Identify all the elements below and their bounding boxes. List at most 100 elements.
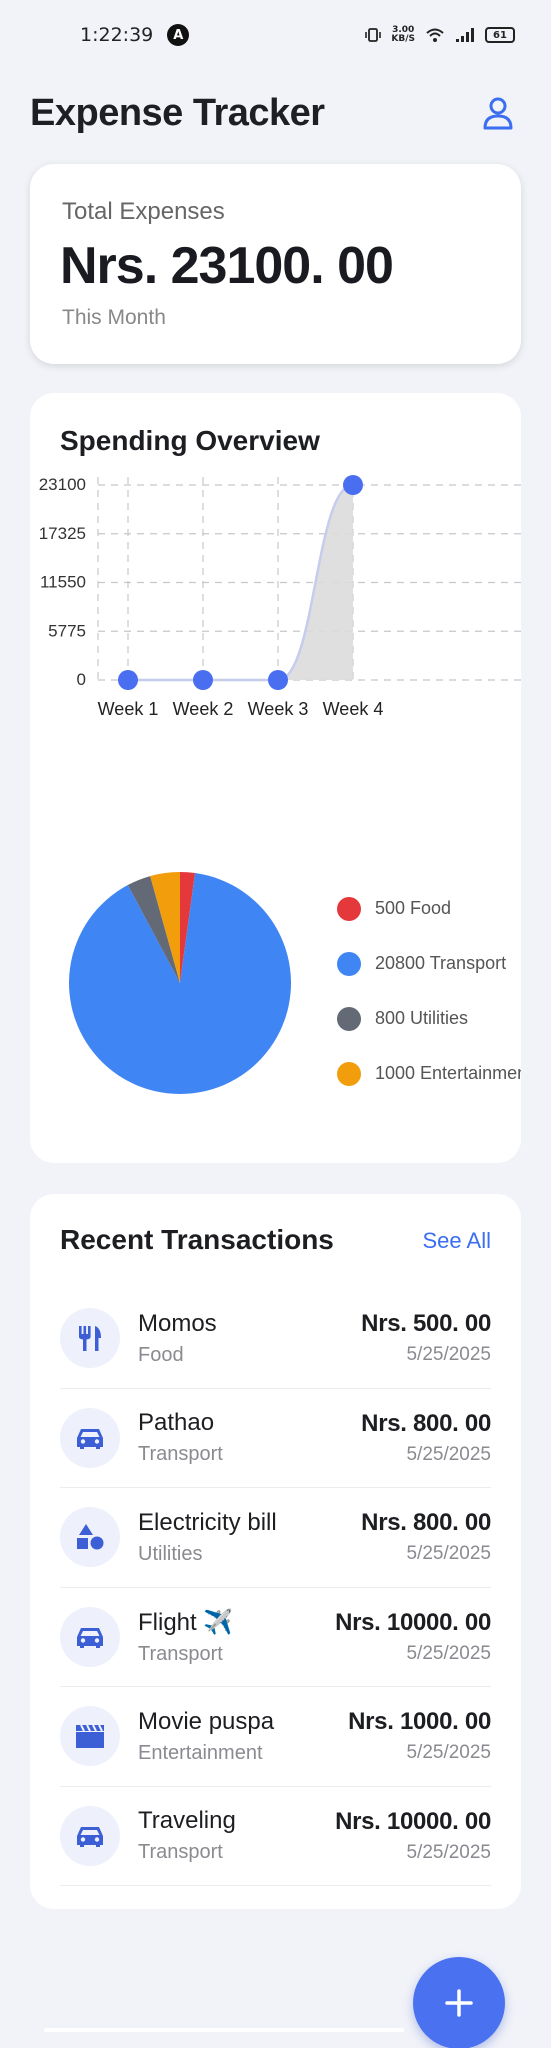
clapperboard-icon — [75, 1723, 105, 1749]
transaction-amount: Nrs. 1000. 00 — [348, 1708, 491, 1736]
transaction-info: Movie puspa Entertainment — [138, 1708, 348, 1765]
legend-label: 500 Food — [375, 898, 452, 918]
legend-item: 500 Food — [334, 881, 521, 936]
weekly-spending-chart: 23100 17325 11550 5775 0 Week 1 Week 2 Week 3 We… — [39, 475, 521, 719]
transaction-date: 5/25/2025 — [406, 1543, 491, 1565]
transaction-category: Food — [138, 1343, 184, 1366]
transaction-name: Electricity bill — [138, 1508, 277, 1536]
legend-swatch — [337, 1061, 361, 1086]
recent-transactions-title: Recent Transactions — [60, 1224, 334, 1255]
see-all-link[interactable]: See All — [423, 1228, 492, 1254]
total-expenses-card: Total Expenses Nrs. 23100. 00 This Month — [30, 164, 521, 364]
transaction-category: Utilities — [138, 1542, 203, 1565]
legend-swatch — [337, 1006, 361, 1031]
transaction-meta: Nrs. 1000. 00 5/25/2025 — [348, 1708, 491, 1764]
app-title: Expense Tracker — [30, 91, 325, 134]
transaction-meta: Nrs. 800. 00 5/25/2025 — [361, 1410, 491, 1466]
network-speed-unit: KB/S — [391, 34, 415, 44]
y-tick-label: 5775 — [48, 621, 86, 640]
transaction-date: 5/25/2025 — [406, 1344, 491, 1366]
status-time: 1:22:39 — [80, 24, 154, 46]
transaction-meta: Nrs. 800. 00 5/25/2025 — [361, 1509, 491, 1565]
add-transaction-button[interactable] — [413, 1957, 505, 2048]
car-icon — [75, 1625, 105, 1649]
transaction-category: Transport — [138, 1642, 223, 1665]
transaction-info: Flight ✈️ Transport — [138, 1608, 335, 1666]
status-left: 1:22:39 A — [80, 24, 190, 46]
total-expenses-period: This Month — [62, 306, 166, 329]
app-header: Expense Tracker — [30, 88, 520, 138]
y-tick-label: 17325 — [39, 524, 86, 543]
transaction-category: Transport — [138, 1443, 223, 1466]
x-tick-label: Week 3 — [248, 699, 309, 719]
transaction-icon-circle — [60, 1507, 120, 1568]
data-point — [193, 670, 213, 690]
category-pie-chart — [69, 872, 291, 1094]
battery-indicator: 61 — [485, 27, 515, 43]
plus-icon — [445, 1989, 473, 2017]
transaction-icon-circle — [60, 1606, 120, 1667]
status-right: 3.00 KB/S 61 — [365, 26, 515, 44]
wifi-icon — [426, 28, 444, 42]
transaction-info: Pathao Transport — [138, 1409, 361, 1466]
transaction-meta: Nrs. 10000. 00 5/25/2025 — [335, 1808, 491, 1864]
legend-item: 20800 Transport — [334, 936, 521, 991]
transaction-date: 5/25/2025 — [406, 1742, 491, 1764]
total-expenses-amount: Nrs. 23100. 00 — [60, 237, 394, 295]
transaction-date: 5/25/2025 — [406, 1443, 491, 1465]
transaction-date: 5/25/2025 — [406, 1642, 491, 1664]
network-speed: 3.00 KB/S — [391, 26, 415, 44]
spending-overview-title: Spending Overview — [60, 425, 320, 456]
status-bar: 1:22:39 A 3.00 KB/S 61 — [0, 0, 551, 70]
transaction-list: Momos Food Nrs. 500. 00 5/25/2025 Pathao Tran… — [60, 1289, 491, 1886]
data-point — [343, 475, 363, 495]
transaction-category: Transport — [138, 1841, 223, 1864]
transaction-name: Traveling — [138, 1807, 236, 1835]
transaction-row[interactable]: Momos Food Nrs. 500. 00 5/25/2025 — [60, 1289, 491, 1389]
transaction-icon-circle — [60, 1706, 120, 1767]
car-icon — [75, 1426, 105, 1450]
legend-swatch — [337, 896, 361, 921]
profile-button[interactable] — [476, 91, 520, 135]
notification-app-icon: A — [167, 24, 190, 46]
x-tick-label: Week 1 — [98, 699, 159, 719]
transaction-row[interactable]: Traveling Transport Nrs. 10000. 00 5/25/202… — [60, 1787, 491, 1886]
transaction-amount: Nrs. 800. 00 — [361, 1509, 491, 1537]
pie-legend: 500 Food 20800 Transport 800 Utilities 1000… — [334, 881, 521, 1101]
x-tick-label: Week 4 — [323, 699, 384, 719]
shapes-icon — [76, 1523, 104, 1551]
legend-item: 800 Utilities — [334, 991, 521, 1046]
transaction-row[interactable]: Flight ✈️ Transport Nrs. 10000. 00 5/25/202… — [60, 1588, 491, 1687]
spending-overview-card: Spending Overview 23100 17325 11550 5775 0 We… — [30, 393, 521, 1163]
vibrate-icon — [365, 28, 382, 42]
transaction-meta: Nrs. 500. 00 5/25/2025 — [361, 1310, 491, 1366]
data-point — [118, 670, 138, 690]
transaction-row[interactable]: Electricity bill Utilities Nrs. 800. 00 5/2… — [60, 1488, 491, 1588]
y-tick-label: 0 — [77, 670, 86, 689]
total-expenses-label: Total Expenses — [62, 198, 225, 225]
transaction-name: Movie puspa — [138, 1707, 275, 1735]
bottom-sheet-handle — [44, 2028, 404, 2032]
transaction-category: Entertainment — [138, 1741, 263, 1764]
area-fill — [128, 485, 353, 680]
transaction-amount: Nrs. 10000. 00 — [335, 1608, 491, 1636]
transaction-name: Pathao — [138, 1409, 215, 1437]
transaction-name: Momos — [138, 1309, 217, 1337]
transaction-row[interactable]: Pathao Transport Nrs. 800. 00 5/25/2025 — [60, 1389, 491, 1488]
transaction-row[interactable]: Movie puspa Entertainment Nrs. 1000. 00 5/2… — [60, 1687, 491, 1787]
x-tick-label: Week 2 — [173, 699, 234, 719]
legend-swatch — [337, 951, 361, 976]
legend-item: 1000 Entertainment — [334, 1046, 521, 1101]
user-icon — [483, 97, 513, 130]
transaction-icon-circle — [60, 1407, 120, 1468]
transaction-amount: Nrs. 10000. 00 — [335, 1807, 491, 1835]
transaction-name: Flight ✈️ — [138, 1608, 234, 1636]
y-tick-label: 11550 — [40, 573, 86, 592]
transaction-icon-circle — [60, 1308, 120, 1369]
y-tick-label: 23100 — [39, 475, 86, 494]
fork-knife-icon — [77, 1324, 103, 1352]
legend-label: 1000 Entertainment — [375, 1063, 521, 1083]
transaction-date: 5/25/2025 — [406, 1841, 491, 1863]
legend-label: 800 Utilities — [375, 1008, 469, 1028]
legend-label: 20800 Transport — [375, 953, 507, 973]
